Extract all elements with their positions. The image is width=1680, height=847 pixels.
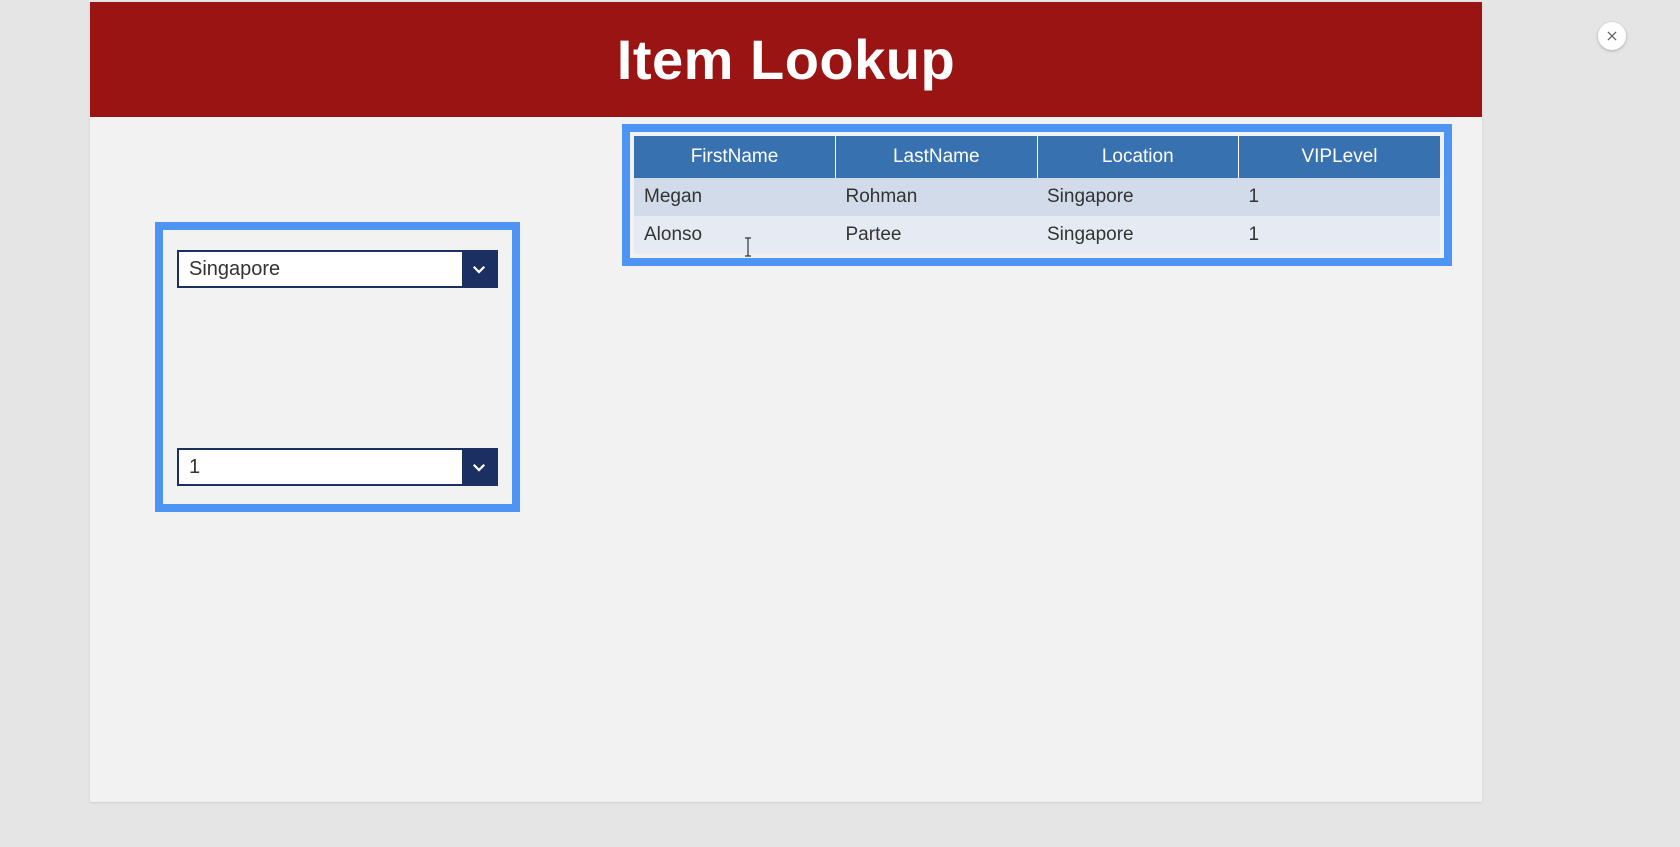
cell-location: Singapore — [1037, 178, 1239, 216]
cell-viplevel: 1 — [1239, 178, 1441, 216]
close-icon — [1605, 29, 1619, 43]
table-header-row: FirstName LastName Location VIPLevel — [634, 136, 1440, 178]
col-firstname[interactable]: FirstName — [634, 136, 836, 178]
location-dropdown-value: Singapore — [179, 258, 462, 281]
results-table: FirstName LastName Location VIPLevel Meg… — [634, 136, 1440, 254]
col-lastname[interactable]: LastName — [836, 136, 1038, 178]
close-button[interactable] — [1598, 22, 1626, 50]
chevron-down-icon[interactable] — [462, 252, 496, 286]
location-dropdown[interactable]: Singapore — [177, 250, 498, 288]
cell-lastname: Rohman — [836, 178, 1038, 216]
header-band: Item Lookup — [90, 2, 1482, 117]
viplevel-dropdown[interactable]: 1 — [177, 448, 498, 486]
cell-lastname: Partee — [836, 216, 1038, 254]
results-panel: FirstName LastName Location VIPLevel Meg… — [622, 124, 1452, 266]
cell-firstname: Megan — [634, 178, 836, 216]
item-lookup-page: Item Lookup Singapore 1 FirstName LastNa… — [90, 2, 1482, 802]
col-viplevel[interactable]: VIPLevel — [1239, 136, 1441, 178]
page-title: Item Lookup — [617, 27, 955, 92]
cell-firstname: Alonso — [634, 216, 836, 254]
chevron-down-icon[interactable] — [462, 450, 496, 484]
filter-panel: Singapore 1 — [155, 222, 520, 512]
cell-location: Singapore — [1037, 216, 1239, 254]
col-location[interactable]: Location — [1037, 136, 1239, 178]
table-row[interactable]: Alonso Partee Singapore 1 — [634, 216, 1440, 254]
viplevel-dropdown-value: 1 — [179, 456, 462, 479]
cell-viplevel: 1 — [1239, 216, 1441, 254]
table-row[interactable]: Megan Rohman Singapore 1 — [634, 178, 1440, 216]
